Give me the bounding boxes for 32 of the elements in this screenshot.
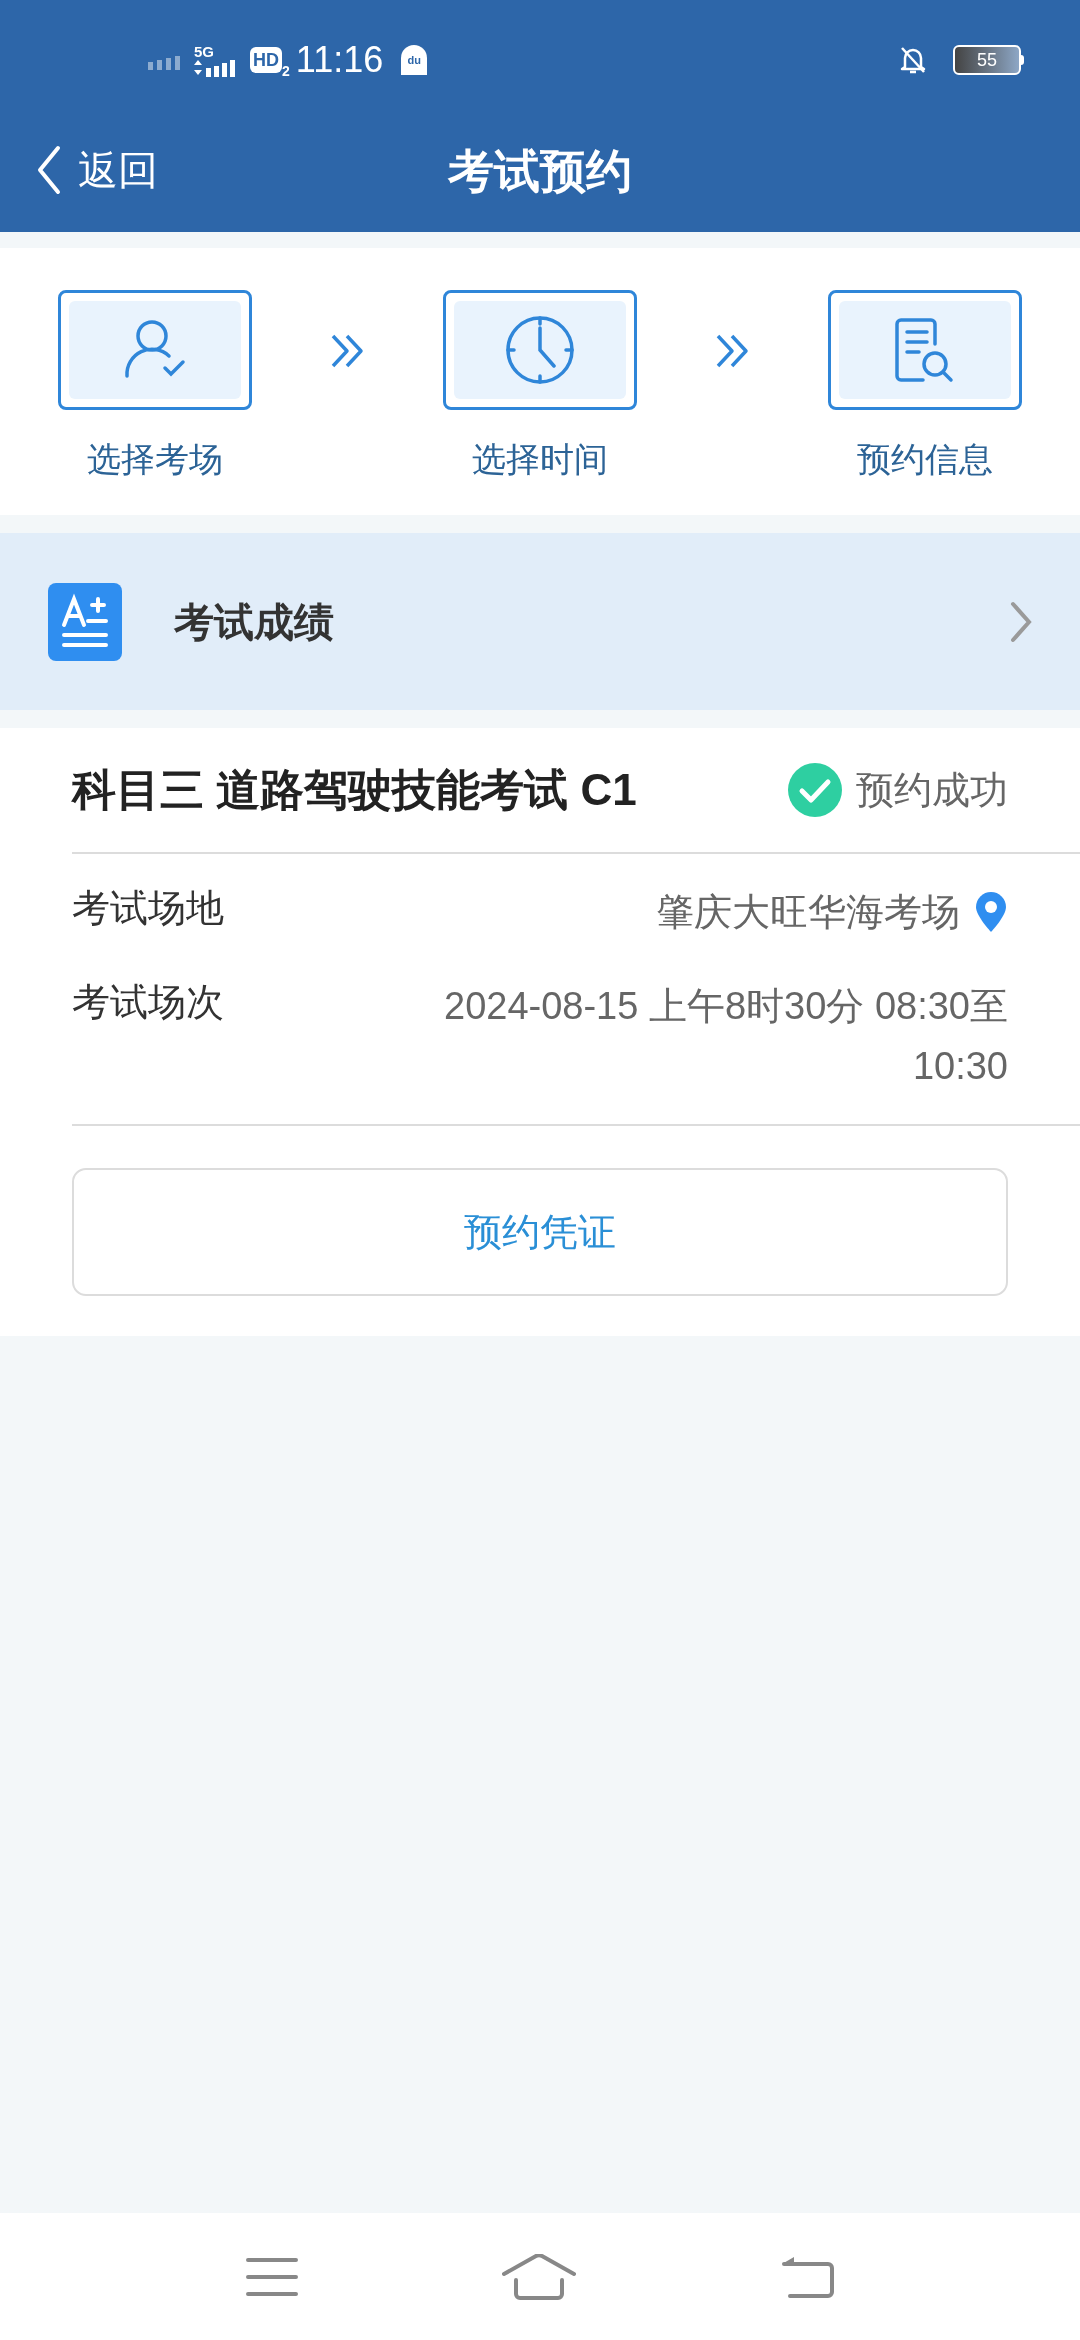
step-label: 选择时间 xyxy=(472,439,608,480)
step-label: 预约信息 xyxy=(857,439,993,480)
home-icon[interactable] xyxy=(502,2253,576,2300)
network-label: 5G xyxy=(194,43,214,59)
score-label: 考试成绩 xyxy=(174,598,334,646)
clock-time: 11:16 xyxy=(295,38,384,82)
check-circle-icon xyxy=(788,763,842,817)
clock-icon xyxy=(504,314,576,386)
step-card[interactable] xyxy=(443,290,637,410)
step-card[interactable] xyxy=(828,290,1022,410)
step-card[interactable] xyxy=(58,290,252,410)
step-label: 选择考场 xyxy=(87,439,223,480)
voucher-button[interactable]: 预约凭证 xyxy=(72,1168,1008,1296)
location-pin-icon xyxy=(974,892,1008,932)
hd-badge: HD xyxy=(250,47,282,73)
bell-off-icon xyxy=(899,45,927,75)
battery-indicator: 55 xyxy=(953,45,1021,75)
field-value: 肇庆大旺华海考场 xyxy=(656,890,960,935)
hd-sub-label: 2 xyxy=(282,62,290,81)
score-entry[interactable]: 考试成绩 xyxy=(0,533,1080,710)
back-button[interactable]: 返回 xyxy=(36,140,158,200)
chevron-right-icon xyxy=(1010,600,1032,643)
menu-icon[interactable] xyxy=(246,2255,298,2298)
field-label: 考试场次 xyxy=(72,980,224,1025)
field-label: 考试场地 xyxy=(72,886,224,931)
grade-icon xyxy=(48,582,122,661)
back-icon xyxy=(36,145,62,195)
field-value: 2024-08-15 上午8时30分 08:30至 10:30 xyxy=(443,984,1008,1089)
status-label: 预约成功 xyxy=(856,767,1008,813)
map-badge: du xyxy=(401,45,428,75)
exam-title: 科目三 道路驾驶技能考试 C1 xyxy=(72,764,637,816)
page-title: 考试预约 xyxy=(448,143,632,199)
